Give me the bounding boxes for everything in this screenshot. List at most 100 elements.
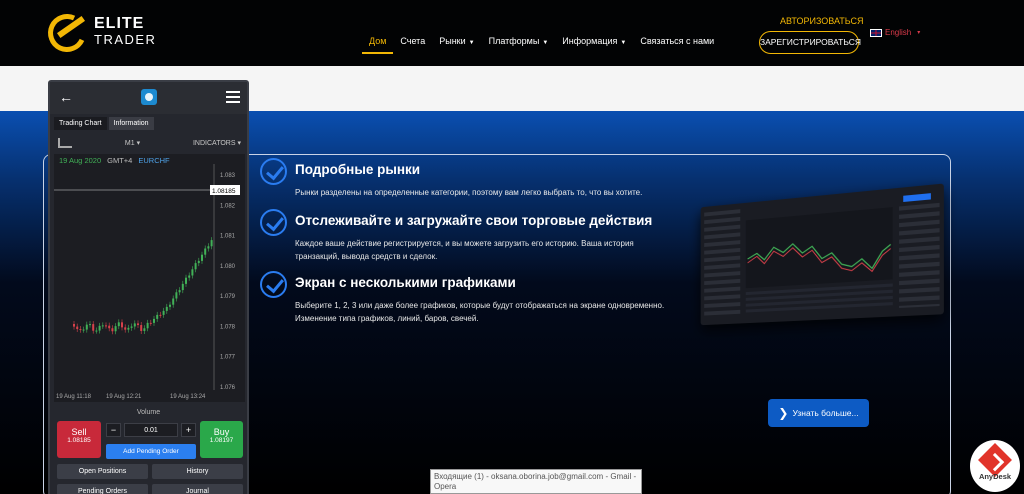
timeframe-select[interactable]: M1 ▾ [125, 139, 140, 147]
candle-body [82, 329, 85, 331]
chart-toolbar: M1 ▾ INDICATORS ▾ [54, 132, 245, 154]
history-button[interactable]: History [152, 464, 243, 479]
volume-input[interactable]: 0.01 [124, 423, 178, 437]
add-pending-order-button[interactable]: Add Pending Order [106, 444, 196, 459]
feature-text: Каждое ваше действие регистрируется, и в… [295, 239, 634, 261]
candle-body [98, 325, 101, 331]
candle-body [95, 330, 98, 332]
candle-body [117, 322, 120, 327]
feature-detailed-markets: Подробные рынки Рынки разделены на опред… [260, 158, 670, 203]
logo-text-line2: TRADER [94, 32, 157, 47]
feature-title: Подробные рынки [295, 162, 421, 177]
candle-body [204, 248, 207, 255]
candle-body [130, 326, 133, 328]
tab-information[interactable]: Information [108, 117, 154, 130]
app-topbar: ← [50, 82, 247, 114]
candle-body [162, 310, 165, 315]
logo-text-line1: ELITE [94, 15, 145, 32]
candle-body [159, 314, 162, 316]
chevron-right-icon: ❯ [778, 406, 789, 420]
candle-body [146, 322, 149, 329]
nav-item-contact[interactable]: Связаться с нами [633, 34, 721, 54]
sell-button[interactable]: Sell 1.08185 [57, 421, 101, 458]
candle-body [133, 323, 136, 327]
chevron-down-icon: ▼ [468, 40, 475, 46]
chevron-down-icon: ▼ [620, 40, 627, 46]
site-header: ELITE TRADER Дом Счета Рынки ▼ Платформы ▼… [0, 0, 1024, 66]
back-arrow-icon[interactable]: ← [59, 89, 73, 105]
price-tick-label: 1.077 [220, 355, 236, 361]
open-positions-button[interactable]: Open Positions [57, 464, 148, 479]
candle-body [156, 314, 159, 319]
language-selector[interactable]: English ▾ [870, 28, 920, 37]
candle-body [201, 254, 203, 261]
platform-screenshot [700, 183, 944, 326]
candle-body [175, 292, 178, 299]
candle-body [89, 324, 91, 326]
candle-body [165, 306, 168, 311]
price-tick-label: 1.076 [220, 385, 236, 391]
chevron-down-icon: ▾ [917, 30, 921, 36]
candle-body [178, 290, 181, 293]
candle-body [185, 277, 187, 284]
pending-orders-button[interactable]: Pending Orders [57, 484, 148, 494]
anydesk-widget[interactable]: AnyDesk [970, 440, 1020, 492]
feature-title: Отслеживайте и загружайте свои торговые … [295, 213, 653, 228]
register-button[interactable]: ЗАРЕГИСТРИРОВАТЬСЯ [759, 31, 861, 54]
candle-body [76, 326, 79, 330]
time-tick-label: 19 Aug 13:24 [170, 394, 206, 400]
candle-body [143, 328, 146, 331]
tab-trading-chart[interactable]: Trading Chart [54, 117, 107, 130]
candle-body [92, 324, 95, 331]
indicators-select[interactable]: INDICATORS ▾ [193, 139, 241, 147]
price-tick-label: 1.080 [220, 264, 236, 270]
buy-button[interactable]: Buy 1.08197 [200, 421, 243, 458]
price-chart[interactable]: 19 Aug 2020 GMT+4 EURCHF 1.083 1.082 1.081… [54, 154, 245, 402]
candle-body [140, 325, 143, 331]
candle-body [172, 298, 175, 305]
nav-item-platforms[interactable]: Платформы ▼ [482, 34, 556, 54]
anydesk-label: AnyDesk [978, 472, 1012, 481]
time-tick-label: 19 Aug 12:21 [106, 394, 142, 400]
candle-body [101, 325, 104, 327]
candle-body [137, 323, 139, 326]
candlestick-chart: 1.083 1.082 1.081 1.080 1.079 1.078 1.077 1.076… [54, 164, 240, 400]
volume-label: Volume [136, 409, 161, 416]
price-tick-label: 1.083 [220, 173, 236, 179]
learn-more-button[interactable]: ❯ Узнать больше... [768, 399, 869, 427]
journal-button[interactable]: Journal [152, 484, 243, 494]
candle-body [197, 260, 200, 264]
time-tick-label: 19 Aug 11:18 [56, 394, 92, 400]
buy-price: 1.08197 [209, 437, 234, 444]
mobile-trading-app: ← Trading Chart Information M1 ▾ INDICAT… [48, 80, 249, 494]
candle-body [194, 263, 197, 270]
volume-increase-button[interactable]: + [181, 423, 196, 437]
app-tabs: Trading Chart Information [54, 117, 154, 130]
candle-body [73, 324, 75, 327]
feature-text: Выберите 1, 2, 3 или даже более графиков… [295, 301, 665, 323]
mockup-chart [746, 207, 893, 288]
language-label: English [885, 28, 912, 37]
candle-body [169, 304, 171, 307]
elite-trader-logo[interactable]: ELITE TRADER [42, 8, 158, 58]
chart-type-icon[interactable] [58, 138, 72, 148]
check-circle-icon [260, 158, 287, 185]
login-link[interactable]: АВТОРИЗОВАТЬСЯ [780, 16, 864, 26]
app-logo-icon [141, 89, 157, 105]
candle-body [210, 240, 213, 247]
candle-body [108, 325, 111, 329]
check-circle-icon [260, 209, 287, 236]
hamburger-menu-icon[interactable] [226, 91, 240, 103]
check-circle-icon [260, 271, 287, 298]
candle-body [149, 322, 152, 324]
volume-decrease-button[interactable]: − [106, 423, 121, 437]
feature-text: Рынки разделены на определенные категори… [295, 188, 643, 197]
nav-item-information[interactable]: Информация ▼ [555, 34, 633, 54]
volume-stepper: − 0.01 + [106, 423, 196, 437]
nav-item-markets[interactable]: Рынки ▼ [432, 34, 481, 54]
current-price-label: 1.08185 [212, 188, 236, 195]
nav-item-home[interactable]: Дом [362, 34, 394, 54]
candle-body [191, 269, 194, 276]
candle-body [111, 328, 114, 332]
nav-item-accounts[interactable]: Счета [393, 34, 432, 54]
